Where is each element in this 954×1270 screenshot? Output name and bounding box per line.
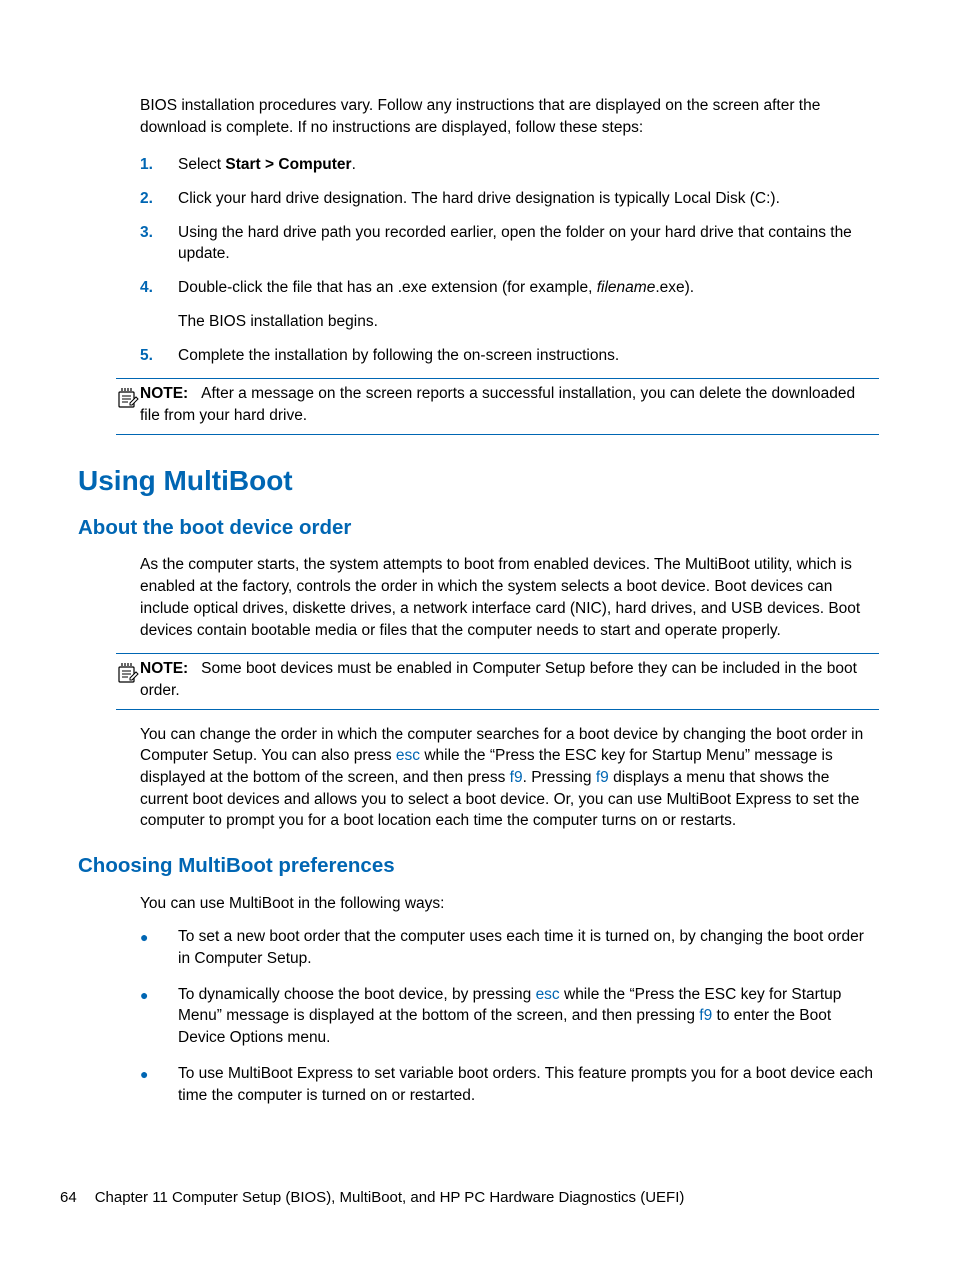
key-f9: f9 <box>510 769 523 786</box>
bullet-body: To use MultiBoot Express to set variable… <box>178 1063 879 1106</box>
step-1: 1. Select Start > Computer. <box>140 154 879 176</box>
bullet-icon: ● <box>140 1063 178 1106</box>
step-5: 5. Complete the installation by followin… <box>140 345 879 367</box>
step-number: 3. <box>140 222 178 265</box>
bullet-icon: ● <box>140 984 178 1049</box>
list-item: ● To dynamically choose the boot device,… <box>140 984 879 1049</box>
key-f9: f9 <box>699 1007 712 1024</box>
step-number: 4. <box>140 277 178 332</box>
step-number: 1. <box>140 154 178 176</box>
bullet-list: ● To set a new boot order that the compu… <box>140 926 879 1106</box>
key-esc: esc <box>396 747 420 764</box>
bullet-body: To set a new boot order that the compute… <box>178 926 879 969</box>
list-item: ● To use MultiBoot Express to set variab… <box>140 1063 879 1106</box>
step-3: 3. Using the hard drive path you recorde… <box>140 222 879 265</box>
key-esc: esc <box>536 986 560 1003</box>
bold-text: Start > Computer <box>225 156 351 173</box>
step-number: 5. <box>140 345 178 367</box>
chapter-title: Chapter 11 Computer Setup (BIOS), MultiB… <box>95 1189 685 1206</box>
heading-multiboot: Using MultiBoot <box>78 461 879 500</box>
document-page: BIOS installation procedures vary. Follo… <box>0 0 954 1270</box>
step-2: 2. Click your hard drive designation. Th… <box>140 188 879 210</box>
heading-boot-order: About the boot device order <box>78 514 879 543</box>
bullet-body: To dynamically choose the boot device, b… <box>178 984 879 1049</box>
step-body: Using the hard drive path you recorded e… <box>178 222 879 265</box>
step-4: 4. Double-click the file that has an .ex… <box>140 277 879 332</box>
section-preferences: You can use MultiBoot in the following w… <box>140 893 879 1107</box>
steps-list: 1. Select Start > Computer. 2. Click you… <box>140 154 879 366</box>
pref-intro: You can use MultiBoot in the following w… <box>140 893 879 915</box>
intro-paragraph: BIOS installation procedures vary. Follo… <box>140 95 879 138</box>
list-item: ● To set a new boot order that the compu… <box>140 926 879 969</box>
step-body: Click your hard drive designation. The h… <box>178 188 879 210</box>
note-text: After a message on the screen reports a … <box>140 385 855 424</box>
note-callout: NOTE: After a message on the screen repo… <box>116 378 879 434</box>
note-icon <box>116 386 140 410</box>
note-icon <box>116 661 140 685</box>
note-text: Some boot devices must be enabled in Com… <box>140 660 857 699</box>
bullet-icon: ● <box>140 926 178 969</box>
note-callout: NOTE: Some boot devices must be enabled … <box>116 653 879 709</box>
heading-preferences: Choosing MultiBoot preferences <box>78 852 879 881</box>
step-body: Double-click the file that has an .exe e… <box>178 277 879 332</box>
page-footer: 64 Chapter 11 Computer Setup (BIOS), Mult… <box>60 1187 684 1208</box>
change-order-paragraph: You can change the order in which the co… <box>140 724 879 832</box>
italic-text: filename <box>597 279 656 296</box>
section-about: As the computer starts, the system attem… <box>140 554 879 832</box>
step-body: Complete the installation by following t… <box>178 345 879 367</box>
page-number: 64 <box>60 1187 77 1208</box>
step-body: Select Start > Computer. <box>178 154 879 176</box>
step-number: 2. <box>140 188 178 210</box>
about-paragraph: As the computer starts, the system attem… <box>140 554 879 641</box>
body-content: BIOS installation procedures vary. Follo… <box>140 95 879 435</box>
note-label: NOTE: <box>140 385 188 402</box>
note-label: NOTE: <box>140 660 188 677</box>
key-f9: f9 <box>596 769 609 786</box>
